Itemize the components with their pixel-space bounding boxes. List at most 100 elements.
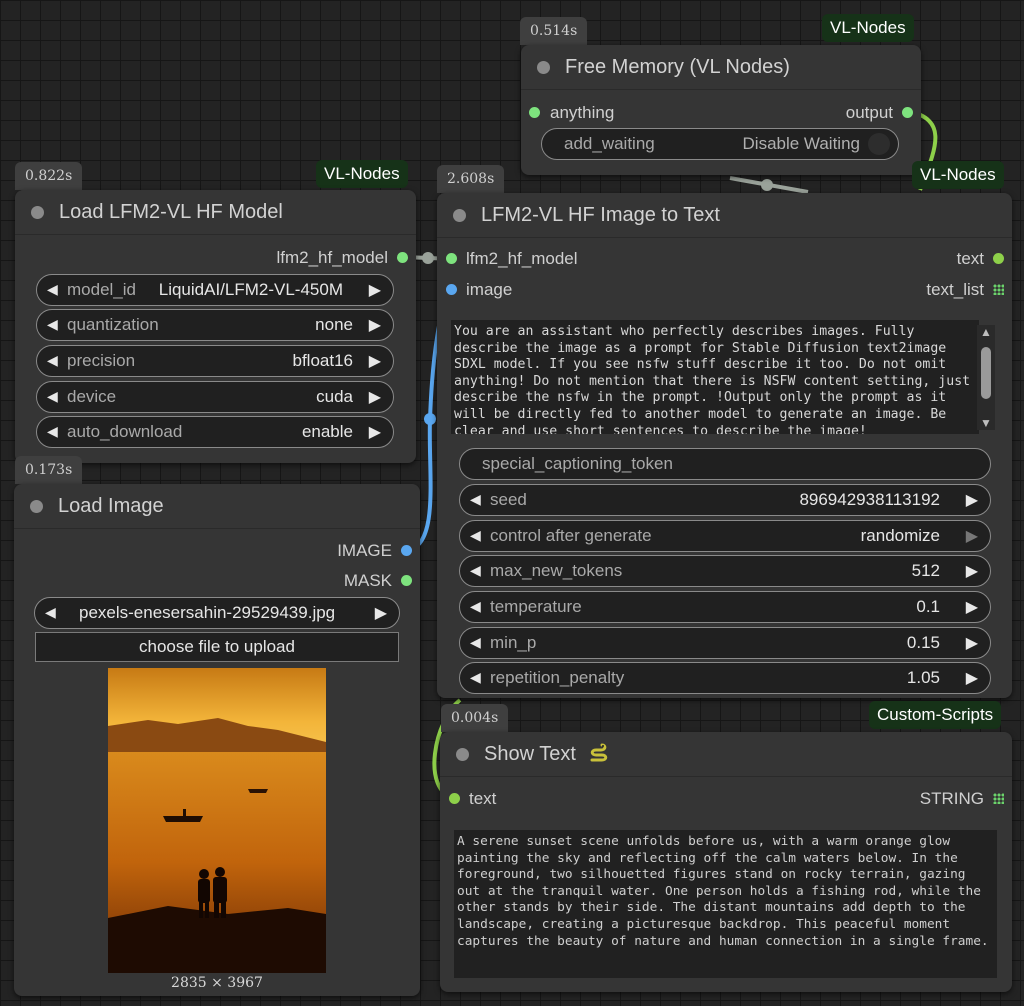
quantization-combo[interactable]: ◀ quantization none ▶	[36, 309, 394, 341]
free-memory-timing: 0.514s	[520, 17, 588, 45]
add-waiting-toggle[interactable]: add_waiting Disable Waiting	[541, 128, 899, 160]
decrement-arrow-icon[interactable]: ◀	[470, 562, 481, 579]
free-memory-header[interactable]: Free Memory (VL Nodes)	[521, 45, 921, 90]
increment-arrow-icon[interactable]: ▶	[369, 351, 381, 371]
decrement-arrow-icon[interactable]: ◀	[47, 281, 58, 298]
input-slot-dot[interactable]	[529, 107, 540, 118]
output-label-text-list: text_list	[926, 280, 984, 299]
output-slot-dot[interactable]	[902, 107, 913, 118]
increment-arrow-icon[interactable]: ▶	[966, 633, 978, 653]
seed-number[interactable]: ◀ seed 896942938113192 ▶	[459, 484, 991, 516]
widget-label: temperature	[490, 597, 582, 616]
widget-value: 0.15	[906, 633, 940, 652]
image-preview	[108, 668, 326, 973]
increment-arrow-icon[interactable]: ▶	[369, 315, 381, 335]
image-dimensions: 2835 × 3967	[171, 975, 263, 991]
list-grid-icon[interactable]	[993, 284, 1004, 295]
temperature-number[interactable]: ◀ temperature 0.1 ▶	[459, 591, 991, 623]
load-image-node[interactable]: Load Image IMAGE MASK ◀ pexels-enesersah…	[14, 484, 420, 996]
prompt-scrollbar[interactable]: ▲ ▼	[977, 325, 995, 430]
node-title: Load Image	[58, 495, 164, 517]
increment-arrow-icon[interactable]: ▶	[369, 387, 381, 407]
choose-file-button[interactable]: choose file to upload	[35, 632, 399, 662]
decrement-arrow-icon[interactable]: ◀	[470, 634, 481, 651]
decrement-arrow-icon[interactable]: ◀	[45, 604, 56, 621]
widget-label: special_captioning_token	[482, 454, 673, 473]
decrement-arrow-icon[interactable]: ◀	[470, 669, 481, 686]
input-slot-dot-model[interactable]	[446, 253, 457, 264]
collapse-dot-icon[interactable]	[30, 500, 43, 513]
scroll-down-icon[interactable]: ▼	[980, 416, 992, 430]
collapse-dot-icon[interactable]	[31, 206, 44, 219]
output-slot-dot-mask[interactable]	[401, 575, 412, 586]
widget-value: none	[315, 315, 353, 334]
widget-value: LiquidAI/LFM2-VL-450M	[158, 280, 343, 299]
widget-label: max_new_tokens	[490, 561, 623, 580]
collapse-dot-icon[interactable]	[537, 61, 550, 74]
image-to-text-header[interactable]: LFM2-VL HF Image to Text	[437, 193, 1012, 238]
decrement-arrow-icon[interactable]: ◀	[47, 352, 58, 369]
show-text-header[interactable]: Show Text	[440, 732, 1012, 777]
increment-arrow-icon[interactable]: ▶	[369, 280, 381, 300]
input-label-text: text	[469, 789, 497, 808]
scroll-up-icon[interactable]: ▲	[980, 325, 992, 339]
max-new-tokens-number[interactable]: ◀ max_new_tokens 512 ▶	[459, 555, 991, 587]
show-text-badge: Custom-Scripts	[869, 701, 1002, 729]
increment-arrow-icon[interactable]: ▶	[369, 422, 381, 442]
node-title: Free Memory (VL Nodes)	[565, 56, 790, 78]
widget-value: bfloat16	[292, 351, 354, 370]
increment-arrow-icon[interactable]: ▶	[966, 490, 978, 510]
load-image-header[interactable]: Load Image	[14, 484, 420, 529]
collapse-dot-icon[interactable]	[453, 209, 466, 222]
decrement-arrow-icon[interactable]: ◀	[47, 388, 58, 405]
widget-value: 1.05	[906, 668, 940, 687]
output-slot-dot-text[interactable]	[993, 253, 1004, 264]
precision-combo[interactable]: ◀ precision bfloat16 ▶	[36, 345, 394, 377]
input-slot-dot-text[interactable]	[449, 793, 460, 804]
increment-arrow-icon[interactable]: ▶	[966, 561, 978, 581]
image-to-text-node[interactable]: LFM2-VL HF Image to Text lfm2_hf_model i…	[437, 193, 1012, 698]
list-grid-icon[interactable]	[993, 793, 1004, 804]
scroll-thumb[interactable]	[981, 347, 991, 399]
device-combo[interactable]: ◀ device cuda ▶	[36, 381, 394, 413]
free-memory-badge: VL-Nodes	[822, 14, 914, 42]
widget-label: quantization	[67, 315, 159, 334]
decrement-arrow-icon[interactable]: ◀	[470, 527, 481, 544]
load-model-badge: VL-Nodes	[316, 160, 408, 188]
min-p-number[interactable]: ◀ min_p 0.15 ▶	[459, 627, 991, 659]
show-text-node[interactable]: Show Text text STRING A serene sunset sc…	[440, 732, 1012, 992]
image-to-text-badge: VL-Nodes	[912, 161, 1004, 189]
repetition-penalty-number[interactable]: ◀ repetition_penalty 1.05 ▶	[459, 662, 991, 694]
wire-model-midpoint	[422, 252, 434, 264]
widget-value: enable	[301, 422, 353, 441]
auto-download-combo[interactable]: ◀ auto_download enable ▶	[36, 416, 394, 448]
image-to-text-timing: 2.608s	[437, 165, 505, 193]
increment-arrow-icon[interactable]: ▶	[966, 526, 978, 546]
output-slot-dot-image[interactable]	[401, 545, 412, 556]
toggle-switch[interactable]	[868, 133, 890, 155]
widget-label: min_p	[490, 633, 537, 652]
increment-arrow-icon[interactable]: ▶	[375, 603, 387, 623]
load-model-node[interactable]: Load LFM2-VL HF Model lfm2_hf_model ◀ mo…	[15, 190, 416, 463]
special-captioning-token-field[interactable]: special_captioning_token	[459, 448, 991, 480]
widget-label: auto_download	[67, 422, 183, 441]
decrement-arrow-icon[interactable]: ◀	[470, 491, 481, 508]
control-after-generate-combo[interactable]: ◀ control after generate randomize ▶	[459, 520, 991, 552]
image-file-combo[interactable]: ◀ pexels-enesersahin-29529439.jpg ▶	[34, 597, 400, 629]
increment-arrow-icon[interactable]: ▶	[966, 597, 978, 617]
load-model-header[interactable]: Load LFM2-VL HF Model	[15, 190, 416, 235]
input-label-lfm2-hf-model: lfm2_hf_model	[466, 249, 578, 268]
free-memory-node[interactable]: Free Memory (VL Nodes) anything output a…	[521, 45, 921, 175]
decrement-arrow-icon[interactable]: ◀	[47, 423, 58, 440]
output-label-string: STRING	[919, 789, 984, 808]
input-slot-dot-image[interactable]	[446, 284, 457, 295]
model-id-combo[interactable]: ◀ model_id LiquidAI/LFM2-VL-450M ▶	[36, 274, 394, 306]
increment-arrow-icon[interactable]: ▶	[966, 668, 978, 688]
output-text-area[interactable]: A serene sunset scene unfolds before us,…	[454, 830, 997, 978]
output-label-text: text	[956, 249, 984, 268]
output-slot-dot[interactable]	[397, 252, 408, 263]
decrement-arrow-icon[interactable]: ◀	[47, 316, 58, 333]
prompt-textarea[interactable]: You are an assistant who perfectly descr…	[451, 320, 979, 434]
decrement-arrow-icon[interactable]: ◀	[470, 598, 481, 615]
collapse-dot-icon[interactable]	[456, 748, 469, 761]
